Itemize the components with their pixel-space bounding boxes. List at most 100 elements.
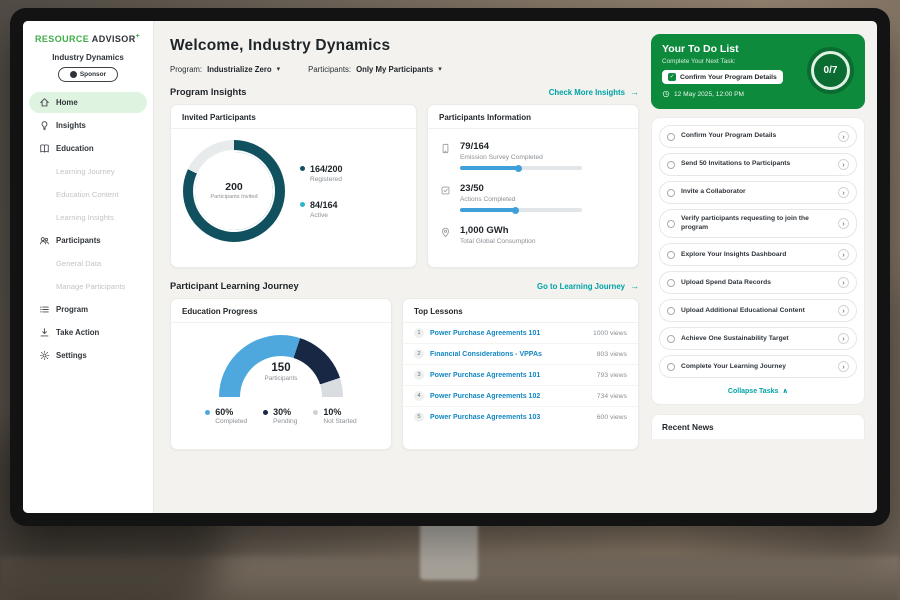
lesson-link[interactable]: Financial Considerations - VPPAs [430, 351, 591, 358]
arrow-right-icon: → [630, 281, 639, 291]
sidebar-item-home[interactable]: Home [29, 92, 147, 113]
task-item[interactable]: Confirm Your Program Details › [659, 125, 857, 148]
task-item[interactable]: Explore Your Insights Dashboard › [659, 243, 857, 266]
lesson-row[interactable]: 1 Power Purchase Agreements 101 1000 vie… [403, 323, 638, 344]
task-label: Upload Spend Data Records [681, 279, 832, 288]
recent-news-header[interactable]: Recent News [651, 414, 865, 439]
program-insights-title: Program Insights [170, 87, 246, 97]
sidebar-item-label: Education [56, 144, 94, 153]
task-label: Achieve One Sustainability Target [681, 335, 832, 344]
lesson-row[interactable]: 3 Power Purchase Agreements 101 793 view… [403, 365, 638, 386]
stat-label: Actions Completed [460, 196, 582, 203]
task-item[interactable]: Send 50 Invitations to Participants › [659, 153, 857, 176]
go-to-learning-journey-link[interactable]: Go to Learning Journey → [537, 281, 639, 291]
task-item[interactable]: Upload Additional Educational Content › [659, 299, 857, 322]
task-checkbox[interactable] [667, 220, 675, 228]
sidebar-item-learning-journey[interactable]: Learning Journey [29, 161, 147, 182]
registered-dot [300, 166, 305, 171]
participants-select[interactable]: Only My Participants ▾ [356, 65, 442, 74]
task-label: Explore Your Insights Dashboard [681, 251, 832, 260]
task-item[interactable]: Invite a Collaborator › [659, 181, 857, 204]
sponsor-badge[interactable]: Sponsor [58, 67, 118, 82]
collapse-tasks-link[interactable]: Collapse Tasks ∧ [659, 383, 857, 401]
chevron-right-icon[interactable]: › [838, 159, 849, 170]
legend-value: 84/164 [310, 200, 338, 210]
legend-label: Not Started [323, 418, 356, 425]
gauge-center-label: Participants [219, 375, 343, 382]
lesson-link[interactable]: Power Purchase Agreements 103 [430, 414, 591, 421]
sidebar-item-manage-participants[interactable]: Manage Participants [29, 276, 147, 297]
lesson-row[interactable]: 2 Financial Considerations - VPPAs 803 v… [403, 344, 638, 365]
lesson-views: 600 views [597, 414, 627, 421]
legend-value: 164/200 [310, 164, 343, 174]
task-checkbox[interactable] [667, 189, 675, 197]
sidebar-item-general-data[interactable]: General Data [29, 253, 147, 274]
donut-center-label: Participants Invited [210, 194, 257, 201]
education-icon [39, 143, 50, 154]
program-select[interactable]: Industrialize Zero ▾ [207, 65, 280, 74]
education-progress-card: Education Progress 150 Participants [170, 298, 392, 450]
legend-item-pending: 30% Pending [263, 407, 297, 425]
chevron-right-icon[interactable]: › [838, 277, 849, 288]
lesson-rank: 4 [414, 391, 424, 401]
task-item[interactable]: Verify participants requesting to join t… [659, 209, 857, 238]
sidebar: RESOURCE ADVISOR+ Industry Dynamics Spon… [23, 21, 154, 513]
sidebar-item-take-action[interactable]: Take Action [29, 322, 147, 343]
lesson-rank: 1 [414, 328, 424, 338]
stat-value: 79/164 [460, 141, 582, 152]
task-checkbox[interactable] [667, 307, 675, 315]
chevron-right-icon[interactable]: › [838, 333, 849, 344]
participants-select-value: Only My Participants [356, 65, 433, 74]
chevron-right-icon[interactable]: › [838, 249, 849, 260]
stat-value: 1,000 GWh [460, 225, 536, 236]
task-checkbox[interactable] [667, 133, 675, 141]
chevron-right-icon[interactable]: › [838, 361, 849, 372]
task-label: Invite a Collaborator [681, 188, 832, 197]
task-checkbox[interactable] [667, 251, 675, 259]
brand-resource: RESOURCE [35, 34, 89, 44]
task-checkbox[interactable] [667, 161, 675, 169]
sidebar-item-education-content[interactable]: Education Content [29, 184, 147, 205]
info-bar-fill [460, 166, 519, 170]
sidebar-item-education[interactable]: Education [29, 138, 147, 159]
sidebar-item-label: Home [56, 98, 78, 107]
lesson-link[interactable]: Power Purchase Agreements 102 [430, 393, 591, 400]
task-checkbox[interactable] [667, 279, 675, 287]
sidebar-item-program[interactable]: Program [29, 299, 147, 320]
chevron-right-icon[interactable]: › [838, 131, 849, 142]
brand-plus: + [136, 33, 141, 40]
actions-check-icon [440, 183, 452, 212]
home-icon [39, 97, 50, 108]
stat-row-actions: 23/50 Actions Completed [440, 176, 626, 218]
sidebar-item-insights[interactable]: Insights [29, 115, 147, 136]
lesson-link[interactable]: Power Purchase Agreements 101 [430, 330, 587, 337]
lesson-row[interactable]: 5 Power Purchase Agreements 103 600 view… [403, 407, 638, 427]
invited-donut: 200 Participants Invited [183, 140, 285, 242]
lesson-rank: 5 [414, 412, 424, 422]
lesson-views: 1000 views [593, 330, 627, 337]
sidebar-item-learning-insights[interactable]: Learning Insights [29, 207, 147, 228]
stat-row-consumption: 1,000 GWh Total Global Consumption [440, 218, 626, 251]
task-checkbox[interactable] [667, 363, 675, 371]
lesson-row[interactable]: 4 Power Purchase Agreements 102 734 view… [403, 386, 638, 407]
next-task-chip[interactable]: ✓ Confirm Your Program Details [662, 70, 783, 84]
card-title: Top Lessons [403, 299, 638, 323]
lesson-link[interactable]: Power Purchase Agreements 101 [430, 372, 591, 379]
check-more-insights-link[interactable]: Check More Insights → [549, 87, 639, 97]
task-item[interactable]: Achieve One Sustainability Target › [659, 327, 857, 350]
sidebar-item-label: Settings [56, 351, 87, 360]
page-title: Welcome, Industry Dynamics [170, 37, 639, 55]
sidebar-item-label: Participants [56, 236, 101, 245]
sidebar-item-settings[interactable]: Settings [29, 345, 147, 366]
chevron-down-icon: ▾ [277, 66, 281, 73]
chevron-right-icon[interactable]: › [838, 218, 849, 229]
task-item[interactable]: Complete Your Learning Journey › [659, 355, 857, 378]
survey-icon [440, 141, 452, 170]
chevron-right-icon[interactable]: › [838, 305, 849, 316]
task-item[interactable]: Upload Spend Data Records › [659, 271, 857, 294]
task-checkbox[interactable] [667, 335, 675, 343]
brand-advisor: ADVISOR [92, 34, 136, 44]
sidebar-item-participants[interactable]: Participants [29, 230, 147, 251]
chevron-right-icon[interactable]: › [838, 187, 849, 198]
todo-summary-card: Your To Do List Complete Your Next Task:… [651, 34, 865, 109]
